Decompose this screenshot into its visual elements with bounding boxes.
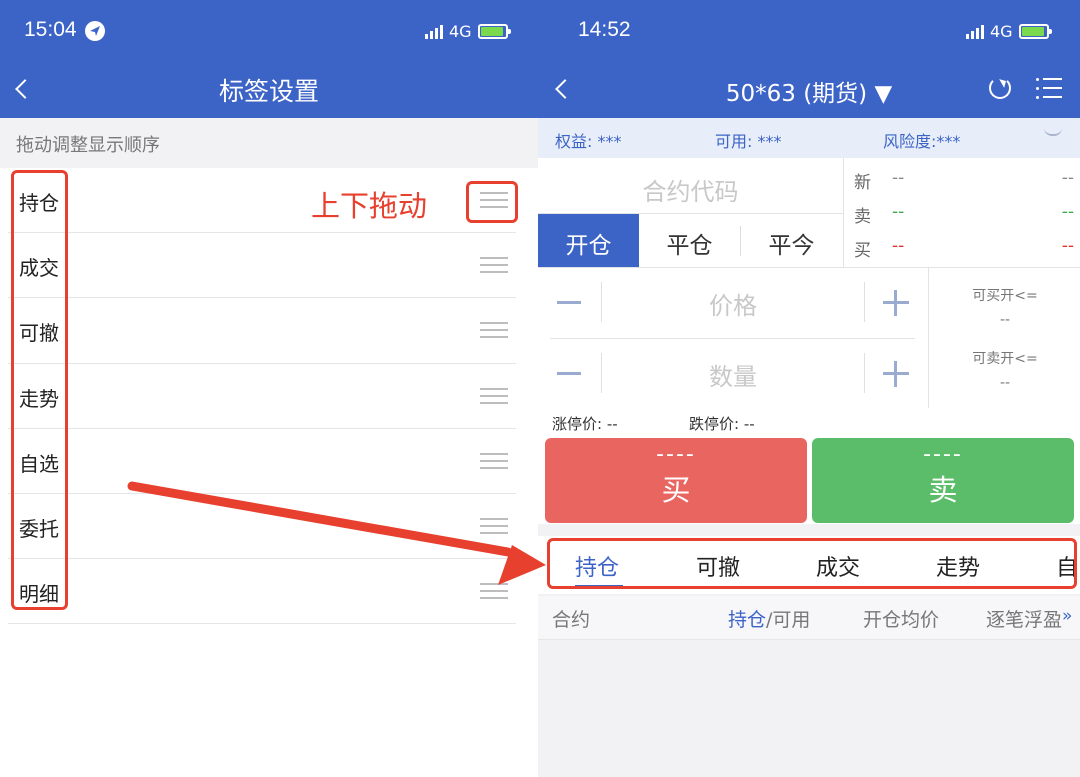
- quote-panel: 新 -- -- 卖 -- -- 买 -- --: [843, 158, 1080, 268]
- menu-icon[interactable]: [1036, 78, 1062, 100]
- quote-label: 新: [854, 173, 871, 193]
- price-input[interactable]: 价格: [602, 286, 864, 321]
- battery-icon: [477, 24, 511, 39]
- limit-up-text: 涨停价: --: [552, 415, 618, 433]
- can-buy-value: --: [999, 312, 1011, 328]
- status-indicators: 4G: [425, 22, 511, 41]
- drag-handle-icon[interactable]: [480, 257, 508, 274]
- tab-open[interactable]: 开仓: [538, 214, 639, 267]
- quote-value: --: [1061, 236, 1074, 256]
- quantity-minus-button[interactable]: [557, 372, 581, 375]
- buy-label: 买: [661, 473, 691, 507]
- sell-label: 卖: [928, 473, 958, 507]
- quantity-field: 数量: [538, 339, 928, 409]
- quote-label: 卖: [854, 207, 871, 227]
- location-icon: [85, 21, 105, 41]
- tag-row-position[interactable]: 持仓: [8, 168, 516, 234]
- drag-hint: 拖动调整显示顺序: [0, 118, 538, 168]
- drag-handle-icon[interactable]: [480, 583, 508, 600]
- tag-row-orders[interactable]: 委托: [8, 494, 516, 560]
- quote-value: --: [1061, 202, 1074, 222]
- tag-row-watchlist[interactable]: 自选: [8, 429, 516, 494]
- col-contract: 合约: [552, 609, 591, 631]
- buy-sell-area: ---- 买 ---- 卖: [538, 436, 1080, 524]
- eye-closed-icon[interactable]: [1044, 128, 1062, 136]
- battery-icon: [1018, 24, 1052, 39]
- app-bar: 15:04 4G 标签设置: [0, 0, 538, 118]
- sell-price: ----: [923, 442, 963, 467]
- price-limits: 涨停价: -- 跌停价: --: [538, 408, 1080, 438]
- order-form: 价格 数量 可买开<= -- 可卖开<= --: [538, 268, 1080, 408]
- account-bar: 权益: *** 可用: *** 风险度:***: [538, 118, 1080, 158]
- quantity-input[interactable]: 数量: [602, 357, 864, 392]
- tag-list: 持仓 成交 可撤 走势 自选 委托 明细: [0, 168, 538, 625]
- col-float-pnl: 逐笔浮盈: [986, 609, 1063, 631]
- status-time: 14:52: [578, 18, 631, 41]
- available-panel: 可买开<= -- 可卖开<= --: [928, 268, 1080, 408]
- page-title: 标签设置: [218, 77, 319, 106]
- available-text: 可用: ***: [715, 132, 782, 151]
- status-indicators: 4G: [966, 22, 1052, 41]
- position-table-header: 合约 持仓 /可用 开仓均价 逐笔浮盈 »: [538, 596, 1080, 640]
- drag-handle-icon[interactable]: [480, 452, 508, 469]
- quote-value: --: [1061, 168, 1074, 188]
- price-minus-button[interactable]: [557, 301, 581, 304]
- limit-down-text: 跌停价: --: [689, 415, 755, 433]
- status-time: 15:04: [24, 18, 77, 41]
- contract-code-input[interactable]: 合约代码: [538, 158, 843, 214]
- tab-close-today[interactable]: 平今: [741, 214, 842, 267]
- price-field: 价格: [538, 268, 928, 338]
- tag-row-details[interactable]: 明细: [8, 559, 516, 625]
- more-columns-icon[interactable]: »: [1062, 606, 1072, 626]
- sell-button[interactable]: ---- 卖: [812, 438, 1074, 523]
- trade-type-tabs: 开仓 平仓 平今: [538, 214, 843, 267]
- quote-row-bid: 买 -- --: [854, 236, 1074, 261]
- drag-handle-icon[interactable]: [480, 322, 508, 339]
- tag-row-cancellable[interactable]: 可撤: [8, 298, 516, 364]
- buy-button[interactable]: ---- 买: [545, 438, 807, 523]
- highlight-box-handle: [466, 181, 518, 223]
- can-sell-label: 可卖开<=: [972, 351, 1038, 367]
- quote-label: 买: [854, 241, 871, 261]
- refresh-icon[interactable]: [989, 77, 1011, 99]
- quote-value: --: [892, 168, 905, 188]
- network-label: 4G: [990, 22, 1013, 41]
- signal-icon: [425, 24, 443, 39]
- quote-value: --: [892, 236, 905, 256]
- highlight-box-tabs: [547, 538, 1077, 589]
- trading-screen: 14:52 4G 50*63 (期货) ▼ 权益: *** 可用: *** 风险…: [538, 0, 1080, 777]
- highlight-box-tags: [11, 170, 68, 610]
- equity-text: 权益: ***: [555, 132, 622, 151]
- trade-panel: 合约代码 开仓 平仓 平今 新 -- -- 卖 -- -- 买 -- --: [538, 158, 1080, 268]
- network-label: 4G: [449, 22, 472, 41]
- can-buy-label: 可买开<=: [972, 288, 1038, 304]
- quote-value: --: [892, 202, 905, 222]
- tab-close[interactable]: 平仓: [639, 214, 740, 267]
- col-avg-open: 开仓均价: [863, 609, 940, 631]
- buy-price: ----: [656, 442, 696, 467]
- drag-handle-icon[interactable]: [480, 517, 508, 534]
- quote-row-last: 新 -- --: [854, 168, 1074, 193]
- risk-text: 风险度:***: [883, 132, 961, 151]
- col-position[interactable]: 持仓: [728, 605, 766, 632]
- tag-settings-screen: 15:04 4G 标签设置 拖动调整显示顺序 持仓 成交 可撤 走势 自选 委托…: [0, 0, 538, 777]
- drag-handle-icon[interactable]: [480, 387, 508, 404]
- signal-icon: [966, 24, 984, 39]
- tag-row-trend[interactable]: 走势: [8, 364, 516, 429]
- quote-row-ask: 卖 -- --: [854, 202, 1074, 227]
- can-sell-value: --: [999, 375, 1011, 391]
- tag-row-deals[interactable]: 成交: [8, 233, 516, 299]
- drag-annotation: 上下拖动: [311, 189, 428, 223]
- col-available[interactable]: /可用: [766, 605, 810, 632]
- app-bar: 14:52 4G 50*63 (期货) ▼: [538, 0, 1080, 118]
